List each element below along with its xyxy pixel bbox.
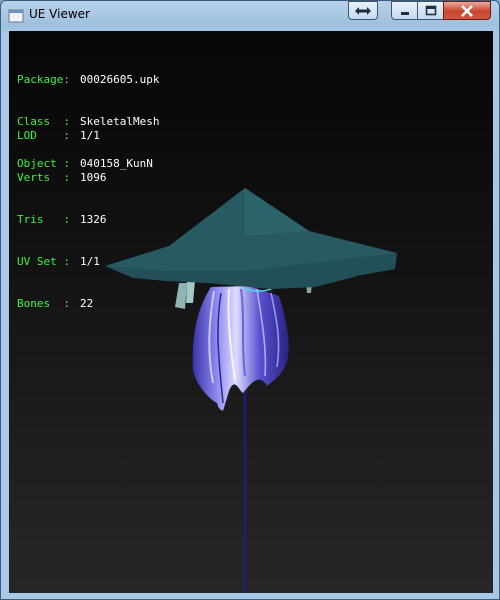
hair-mesh (192, 284, 289, 411)
close-icon (461, 4, 473, 17)
title-bar[interactable]: UE Viewer (1, 1, 499, 31)
resize-button[interactable] (348, 1, 378, 20)
resize-icon (355, 6, 371, 15)
hat-mesh (105, 188, 397, 289)
app-window: UE Viewer Package: 00026605.upk Class: … (0, 0, 500, 600)
window-title: UE Viewer (29, 7, 90, 21)
minimize-button[interactable] (391, 1, 418, 20)
maximize-icon (425, 5, 436, 16)
skeletal-mesh-render (105, 188, 397, 593)
maximize-button[interactable] (417, 1, 444, 20)
minimize-icon (400, 11, 409, 15)
close-button[interactable] (443, 1, 491, 20)
render-viewport[interactable]: Package: 00026605.upk Class : SkeletalMesh… (9, 31, 493, 593)
app-icon (8, 9, 24, 23)
